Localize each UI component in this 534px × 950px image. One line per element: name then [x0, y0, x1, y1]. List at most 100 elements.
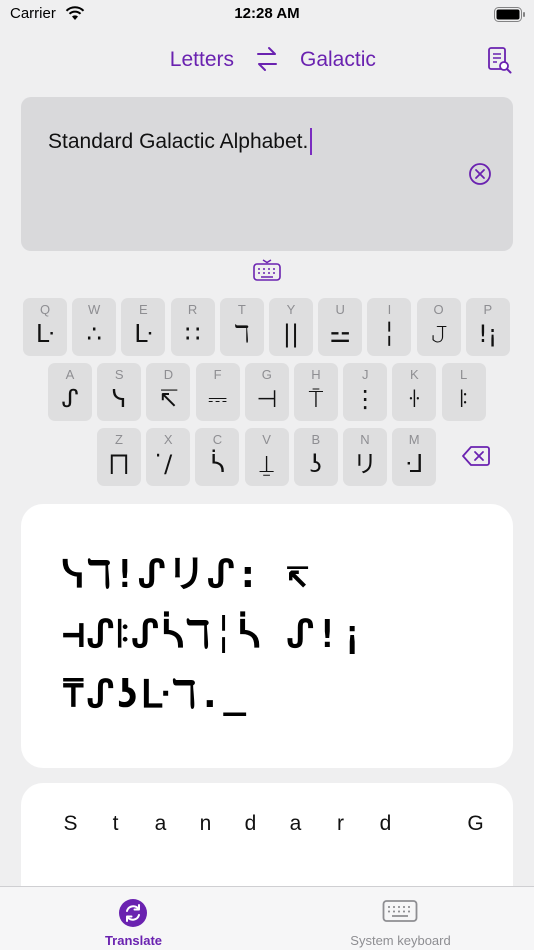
- key-d[interactable]: D ↸: [146, 363, 191, 421]
- key-letter-label: T: [237, 302, 246, 317]
- source-language-button[interactable]: Letters: [170, 48, 234, 72]
- key-a[interactable]: Aᔑ: [48, 363, 92, 421]
- key-letter-label: M: [408, 432, 420, 447]
- key-letter-label: X: [163, 432, 173, 447]
- clock: 12:28 AM: [234, 5, 300, 22]
- key-r[interactable]: R ∷: [170, 298, 215, 356]
- keyboard-row: Q ᒷ W ∴ E ᒷ R ∷ T ℸ Y || U ⚍ I ╎ O 𝙹 P !¡: [0, 298, 534, 356]
- keyboard-collapse-icon[interactable]: [253, 259, 281, 281]
- letter-breakdown-char: G: [467, 812, 484, 835]
- key-glyph-label: ⎓: [208, 385, 228, 413]
- key-g[interactable]: G ⊣: [244, 363, 289, 421]
- key-glyph-label: リ: [353, 450, 377, 478]
- key-letter-label: W: [88, 302, 101, 317]
- key-m[interactable]: Mᒲ: [392, 428, 437, 486]
- key-glyph-label: ⍊: [259, 450, 274, 478]
- key-p[interactable]: P !¡: [465, 298, 510, 356]
- galactic-output-card[interactable]: ᓭℸ!ᔑリᔑ: ↸ ⊣ᔑꖎᔑᓵℸ╎ᓵ ᔑ!¡ ⍑ᔑʖᒷℸ._: [21, 504, 513, 768]
- key-n[interactable]: Nリ: [343, 428, 387, 486]
- key-glyph-label: ᓭ: [111, 385, 127, 413]
- key-letter-label: N: [360, 432, 370, 447]
- key-letter-label: Q: [39, 302, 51, 317]
- key-letter-label: R: [187, 302, 198, 317]
- key-letter-label: A: [65, 367, 75, 382]
- key-letter-label: Y: [286, 302, 296, 317]
- key-glyph-label: ꖎ: [459, 385, 468, 413]
- key-u[interactable]: U ⚍: [318, 298, 363, 356]
- key-glyph-label: !¡: [478, 320, 498, 348]
- letter-breakdown-char: d: [244, 812, 257, 835]
- key-glyph-label: ᔑ: [61, 385, 79, 413]
- galactic-output-line: ᓭℸ!ᔑリᔑ: ↸: [62, 552, 312, 596]
- clear-icon[interactable]: [468, 162, 492, 186]
- key-t[interactable]: Tℸ: [219, 298, 264, 356]
- key-h[interactable]: H ⍑: [294, 363, 338, 421]
- key-letter-label: P: [483, 302, 493, 317]
- letter-breakdown-char: [408, 812, 453, 836]
- key-o[interactable]: O𝙹: [416, 298, 461, 356]
- letter-breakdown-char: n: [199, 812, 212, 835]
- letter-breakdown-char: t: [112, 812, 119, 835]
- key-glyph-label: ̇/: [164, 450, 173, 478]
- key-w[interactable]: W ∴: [72, 298, 117, 356]
- key-glyph-label: ⚍: [329, 320, 351, 348]
- key-y[interactable]: Y ||: [269, 298, 313, 356]
- key-z[interactable]: Z ⨅: [97, 428, 141, 486]
- letter-breakdown-char: S: [63, 812, 78, 835]
- letter-breakdown-char: a: [154, 812, 167, 835]
- swap-icon[interactable]: [255, 46, 279, 72]
- key-letter-label: V: [262, 432, 271, 447]
- key-letter-label: S: [114, 367, 124, 382]
- target-language-button[interactable]: Galactic: [300, 48, 376, 72]
- key-letter-label: G: [261, 367, 272, 382]
- status-bar: Carrier 12:28 AM: [0, 0, 534, 30]
- key-q[interactable]: Qᒷ: [23, 298, 67, 356]
- translate-icon: [119, 899, 147, 927]
- backspace-icon[interactable]: [462, 445, 490, 467]
- keyboard-row: A ᔑ S ᓭ D ↸ F ⎓ G ⊣ H ⍑ J ⋮ K ꖌ L ꖎ: [0, 363, 534, 421]
- text-caret: [310, 128, 313, 155]
- text-input-box[interactable]: Standard Galactic Alphabet.: [21, 97, 513, 251]
- key-s[interactable]: Sᓭ: [97, 363, 142, 421]
- key-glyph-label: ⍑: [308, 385, 324, 413]
- key-glyph-label: ⋮: [353, 385, 378, 413]
- key-letter-label: C: [212, 432, 223, 447]
- key-glyph-label: ⨅: [109, 450, 129, 478]
- key-letter-label: I: [387, 302, 392, 317]
- key-k[interactable]: Kꖌ: [392, 363, 437, 421]
- key-letter-label: O: [433, 302, 444, 317]
- key-glyph-label: ᒲ: [405, 450, 424, 478]
- key-letter-label: H: [311, 367, 321, 382]
- tab-translate[interactable]: Translate: [0, 887, 267, 950]
- key-glyph-label: ╎: [382, 320, 397, 348]
- key-l[interactable]: Lꖎ: [441, 363, 486, 421]
- key-letter-label: U: [335, 302, 345, 317]
- key-glyph-label: ᓵ: [210, 450, 225, 478]
- tab-translate-label: Translate: [104, 933, 163, 948]
- key-letter-label: F: [213, 367, 222, 382]
- key-b[interactable]: Bʖ: [293, 428, 338, 486]
- key-v[interactable]: V ⍊: [244, 428, 289, 486]
- key-x[interactable]: Ẋ/: [146, 428, 191, 486]
- key-c[interactable]: Cᓵ: [195, 428, 240, 486]
- key-letter-label: D: [163, 367, 174, 382]
- galactic-output-text: ᓭℸ!ᔑリᔑ: ↸ ⊣ᔑꖎᔑᓵℸ╎ᓵ ᔑ!¡ ⍑ᔑʖᒷℸ._: [62, 544, 492, 724]
- letter-breakdown-char: a: [289, 812, 302, 835]
- key-glyph-label: ᒷ: [35, 320, 55, 348]
- input-text-container[interactable]: Standard Galactic Alphabet.: [48, 128, 313, 155]
- key-j[interactable]: J ⋮: [343, 363, 388, 421]
- key-glyph-label: ꖌ: [408, 385, 421, 413]
- key-e[interactable]: Eᒷ: [121, 298, 166, 356]
- key-letter-label: K: [410, 367, 419, 382]
- history-search-icon[interactable]: [487, 46, 513, 74]
- tab-system-keyboard[interactable]: System keyboard: [267, 887, 534, 950]
- input-text[interactable]: Standard Galactic Alphabet.: [48, 130, 308, 154]
- key-i[interactable]: I ╎: [367, 298, 412, 356]
- battery-icon: [494, 7, 525, 22]
- key-letter-label: L: [459, 367, 468, 382]
- galactic-output-line: ⍑ᔑʖᒷℸ._: [62, 672, 249, 716]
- key-f[interactable]: F ⎓: [195, 363, 240, 421]
- key-glyph-label: ∴: [86, 320, 102, 348]
- nav-bar: Letters Galactic: [0, 38, 534, 82]
- key-glyph-label: ∷: [184, 320, 201, 348]
